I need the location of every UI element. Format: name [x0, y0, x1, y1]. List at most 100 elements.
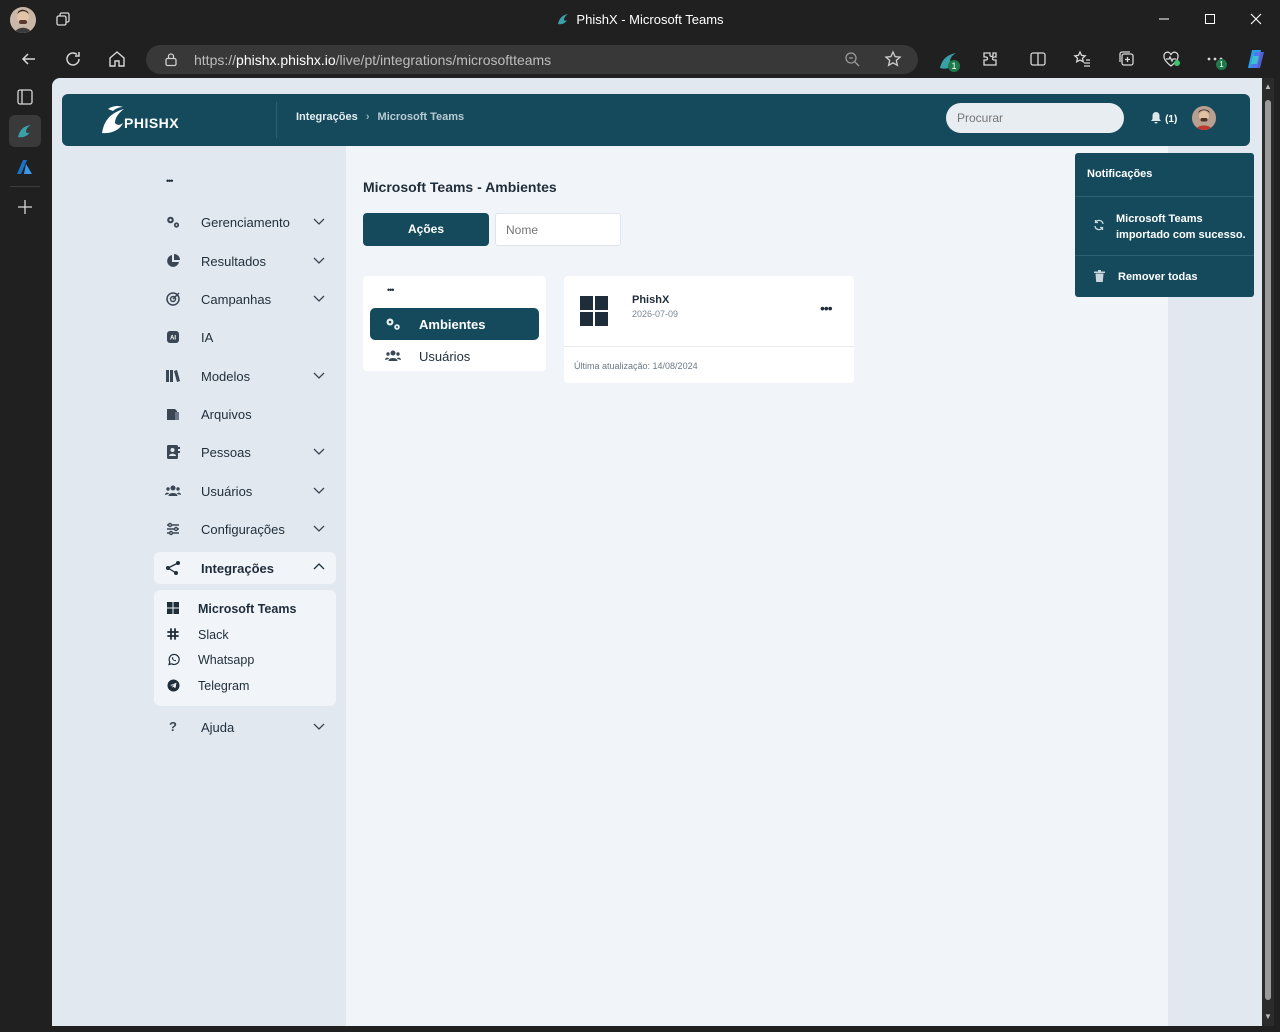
breadcrumb-separator: ›	[365, 111, 370, 123]
integrations-submenu: Microsoft Teams Slack Whatsapp Telegram	[154, 590, 336, 706]
browser-title-bar: PhishX - Microsoft Teams	[0, 0, 1280, 40]
address-bar[interactable]: https://phishx.phishx.io/live/pt/integra…	[146, 45, 918, 74]
folder-icon	[165, 406, 181, 422]
chevron-down-icon	[312, 483, 326, 497]
chevron-down-icon	[312, 444, 326, 458]
zoom-icon[interactable]	[844, 51, 860, 72]
section-usuarios[interactable]: Usuários	[370, 340, 539, 372]
submenu-item-slack[interactable]: Slack	[154, 623, 336, 647]
nav-item-pessoas[interactable]: Pessoas	[154, 436, 336, 468]
nav-item-integracoes[interactable]: Integrações	[154, 552, 336, 584]
integration-sections-panel: ••• Ambientes Usuários	[363, 276, 546, 371]
nav-item-label: Ajuda	[201, 720, 235, 735]
submenu-item-microsoft-teams[interactable]: Microsoft Teams	[154, 597, 336, 621]
nav-item-label: Arquivos	[201, 407, 252, 422]
actions-button[interactable]: Ações	[363, 213, 489, 246]
lock-icon[interactable]	[164, 52, 178, 72]
breadcrumb-current: Microsoft Teams	[377, 111, 465, 123]
browser-essentials-icon[interactable]	[1162, 50, 1180, 73]
url-text[interactable]: https://phishx.phishx.io/live/pt/integra…	[194, 52, 551, 68]
notifications-heading: Notificações	[1087, 168, 1153, 180]
split-screen-icon[interactable]	[1029, 50, 1047, 73]
telegram-icon	[166, 679, 180, 693]
back-icon[interactable]	[15, 45, 43, 73]
notification-item[interactable]: Microsoft Teams importado com sucesso.	[1116, 211, 1248, 243]
tab-favicon-icon	[556, 12, 570, 29]
trash-icon	[1094, 270, 1105, 285]
favorite-star-icon[interactable]	[884, 50, 902, 73]
nav-item-ajuda[interactable]: ? Ajuda	[154, 711, 336, 743]
maximize-button[interactable]	[1192, 6, 1228, 34]
window-title: PhishX - Microsoft Teams	[0, 12, 1280, 29]
minimize-button[interactable]	[1146, 6, 1182, 34]
submenu-item-whatsapp[interactable]: Whatsapp	[154, 648, 336, 672]
nav-item-usuarios[interactable]: Usuários	[154, 475, 336, 507]
close-window-button[interactable]	[1238, 6, 1274, 34]
phishx-logo[interactable]: PHISHX	[100, 103, 180, 142]
nav-item-label: Configurações	[201, 522, 285, 537]
breadcrumb-root-link[interactable]: Integrações	[296, 111, 358, 123]
notifications-button[interactable]: (1)	[1150, 111, 1177, 127]
nav-item-configuracoes[interactable]: Configurações	[154, 513, 336, 545]
environment-card[interactable]: PhishX 2026-07-09 ••• Última atualização…	[564, 276, 854, 383]
remove-all-notifications-button[interactable]: Remover todas	[1118, 271, 1197, 283]
tab-actions-icon[interactable]	[16, 88, 34, 111]
azure-tab-icon[interactable]	[16, 158, 34, 181]
collections-icon[interactable]	[1118, 50, 1136, 73]
header-divider	[276, 102, 277, 138]
collapse-sidebar-icon[interactable]: •••	[166, 176, 174, 186]
nav-item-label: Usuários	[201, 484, 253, 499]
sliders-icon	[165, 521, 181, 537]
nav-item-arquivos[interactable]: Arquivos	[154, 398, 336, 430]
new-tab-icon[interactable]	[16, 198, 34, 221]
section-label: Ambientes	[419, 317, 486, 332]
last-updated-text: Última atualização: 14/08/2024	[574, 361, 698, 371]
chevron-down-icon	[312, 719, 326, 733]
copilot-icon[interactable]	[1245, 48, 1267, 75]
whatsapp-icon	[166, 653, 180, 667]
submenu-item-label: Telegram	[198, 679, 250, 693]
submenu-item-label: Whatsapp	[198, 653, 255, 667]
gears-icon	[165, 214, 181, 230]
chevron-down-icon	[312, 214, 326, 228]
favorites-list-icon[interactable]	[1073, 50, 1091, 73]
nav-item-ia[interactable]: AI IA	[154, 321, 336, 353]
browser-vertical-sidebar	[0, 78, 50, 1032]
reload-icon[interactable]	[59, 45, 87, 73]
windows-icon	[166, 602, 180, 616]
svg-text:AI: AI	[170, 336, 176, 342]
search-input[interactable]	[946, 103, 1124, 133]
environment-date: 2026-07-09	[632, 309, 679, 319]
nav-item-campanhas[interactable]: Campanhas	[154, 283, 336, 315]
phishx-extension-icon[interactable]: 1	[938, 50, 960, 77]
card-more-options-icon[interactable]: •••	[820, 300, 833, 316]
page-scrollbar[interactable]: ▲ ▼	[1262, 78, 1274, 1026]
name-filter-input[interactable]	[495, 213, 621, 246]
chevron-down-icon	[312, 521, 326, 535]
extension-badge: 1	[948, 60, 960, 72]
panel-collapse-icon[interactable]: •••	[387, 285, 395, 295]
library-icon	[165, 368, 181, 384]
breadcrumb: Integrações › Microsoft Teams	[296, 111, 464, 123]
nav-item-gerenciamento[interactable]: Gerenciamento	[154, 206, 336, 238]
scroll-up-icon[interactable]: ▲	[1264, 82, 1272, 91]
pinned-tab-phishx[interactable]	[9, 115, 41, 147]
section-ambientes[interactable]: Ambientes	[370, 308, 539, 340]
pie-chart-icon	[165, 253, 181, 269]
scroll-down-icon[interactable]: ▼	[1264, 1012, 1272, 1021]
home-icon[interactable]	[103, 45, 131, 73]
more-options-icon[interactable]: 1	[1206, 50, 1227, 73]
contact-card-icon	[165, 444, 181, 460]
status-dot	[1174, 60, 1180, 66]
submenu-item-telegram[interactable]: Telegram	[154, 674, 336, 698]
nav-item-resultados[interactable]: Resultados	[154, 245, 336, 277]
user-avatar[interactable]	[1192, 106, 1216, 130]
scrollbar-thumb[interactable]	[1265, 100, 1271, 1000]
chevron-down-icon	[312, 291, 326, 305]
sidebar-divider	[10, 186, 40, 187]
nav-item-label: Resultados	[201, 254, 267, 269]
sync-icon	[1093, 219, 1105, 234]
nav-item-modelos[interactable]: Modelos	[154, 360, 336, 392]
extensions-puzzle-icon[interactable]	[981, 50, 999, 73]
question-icon: ?	[169, 719, 177, 734]
